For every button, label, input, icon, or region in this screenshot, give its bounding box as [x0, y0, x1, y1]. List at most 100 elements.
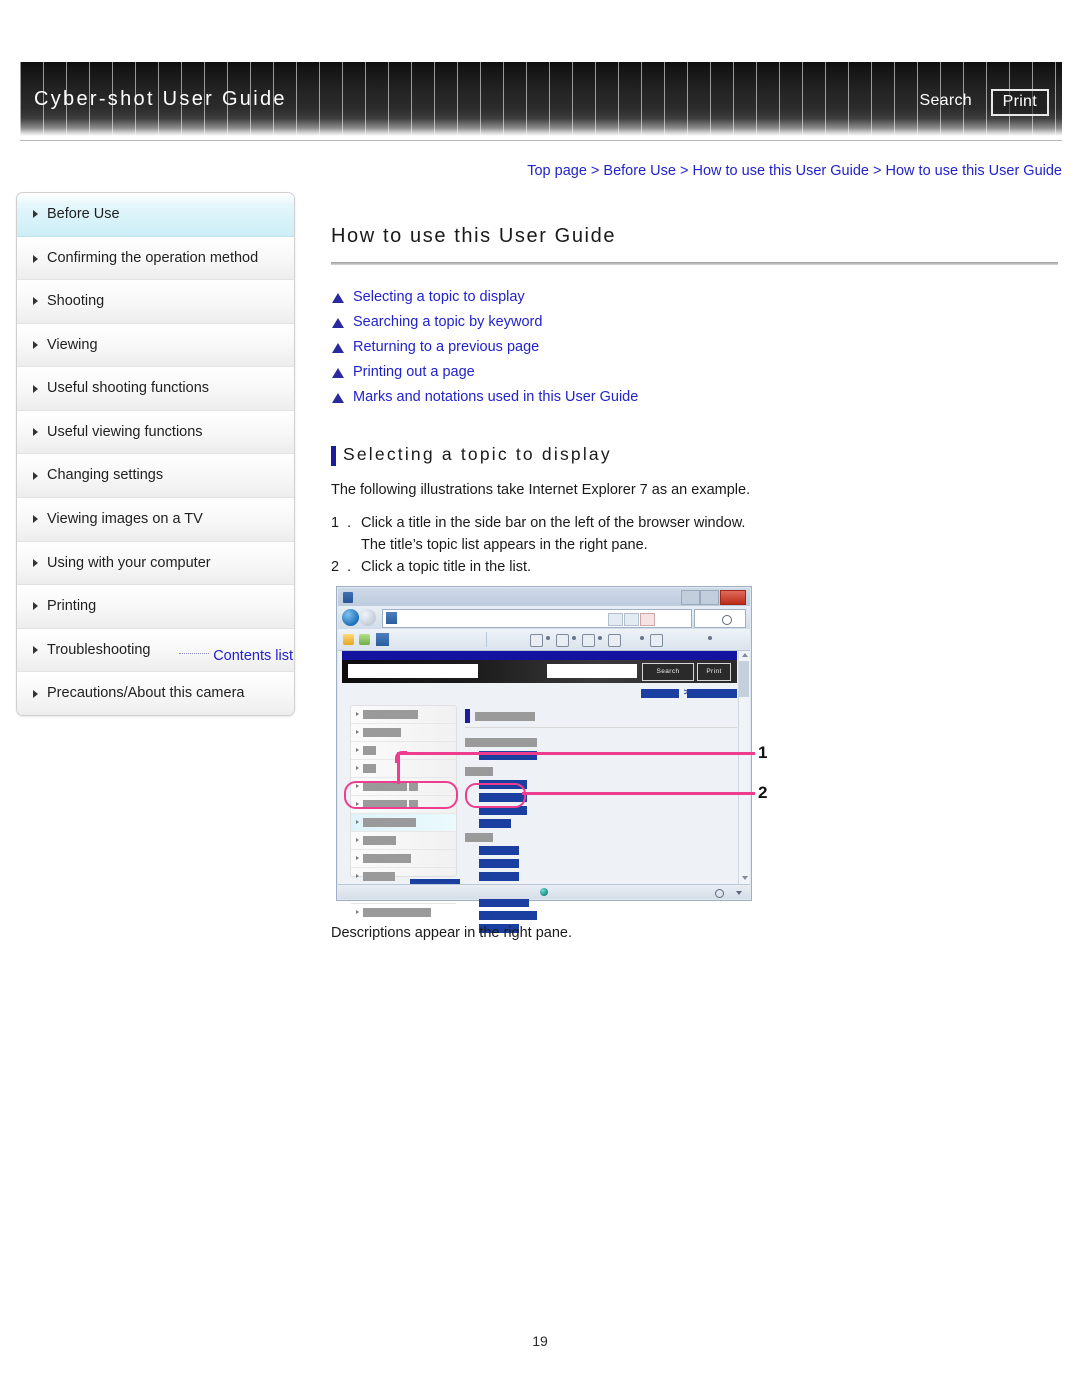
close-button-icon: [720, 590, 746, 605]
site-header: Cyber-shot User Guide Search Print: [20, 62, 1062, 136]
illustration-sidebar-row: [351, 724, 456, 742]
step-2: 2 . Click a topic title in the list.: [331, 556, 531, 578]
chevron-right-icon: [356, 730, 359, 734]
text-placeholder: [465, 767, 493, 776]
sidebar-item-precautions-about-this-camera[interactable]: Precautions/About this camera: [17, 672, 294, 715]
toolbar-separator: [486, 632, 487, 647]
text-placeholder: [363, 710, 418, 719]
chevron-down-icon: [546, 636, 550, 640]
contents-list-link-wrap: Contents list: [16, 648, 293, 664]
sidebar-item-label: Before Use: [47, 206, 120, 222]
chevron-right-icon: [33, 210, 38, 219]
jump-link-label: Searching a topic by keyword: [353, 314, 543, 330]
text-placeholder: [465, 738, 537, 747]
home-icon: [530, 634, 543, 647]
jump-link-marks-and-notations-used-in-this-user-guide[interactable]: Marks and notations used in this User Gu…: [331, 385, 1031, 410]
sidebar-item-changing-settings[interactable]: Changing settings: [17, 454, 294, 499]
sidebar-item-label: Confirming the operation method: [47, 249, 259, 266]
scroll-down-arrow-icon: [742, 876, 748, 880]
jump-link-label: Printing out a page: [353, 364, 475, 380]
search-button[interactable]: Search: [920, 92, 973, 110]
jump-link-selecting-a-topic-to-display[interactable]: Selecting a topic to display: [331, 285, 1031, 310]
text-placeholder: [363, 728, 401, 737]
illustration-sidebar-row: [351, 904, 456, 921]
callout-leader-1-horizontal: [397, 752, 755, 755]
jump-link-label: Selecting a topic to display: [353, 289, 525, 305]
browser-search-box: [694, 609, 746, 628]
contents-list-link[interactable]: Contents list: [213, 648, 293, 664]
triangle-up-icon: [332, 393, 344, 403]
divider: [465, 727, 737, 728]
chevron-right-icon: [33, 471, 38, 480]
triangle-up-icon: [332, 293, 344, 303]
illustration-site-topbar: [342, 651, 737, 660]
illustration-toolbar: [338, 629, 750, 651]
sidebar-item-label: Viewing images on a TV: [47, 511, 203, 528]
text-placeholder: [363, 836, 396, 845]
sidebar-item-viewing[interactable]: Viewing: [17, 323, 294, 368]
topic-link-placeholder: [479, 859, 519, 868]
triangle-up-icon: [332, 318, 344, 328]
site-search-button: Search: [642, 663, 694, 681]
sidebar-item-useful-shooting-functions[interactable]: Useful shooting functions: [17, 367, 294, 411]
chevron-right-icon: [356, 910, 359, 914]
site-breadcrumb-segment-1: [641, 689, 679, 698]
callout-number-2: 2: [758, 783, 768, 802]
sidebar-item-label: Useful shooting functions: [47, 380, 210, 397]
chevron-right-icon: [356, 874, 359, 878]
triangle-up-icon: [332, 368, 344, 378]
topic-link-placeholder: [479, 911, 537, 920]
page-title: How to use this User Guide: [331, 225, 617, 247]
jump-link-list: Selecting a topic to display Searching a…: [331, 285, 1031, 410]
step-line-2: The title’s topic list appears in the ri…: [361, 537, 648, 554]
sidebar-item-useful-viewing-functions[interactable]: Useful viewing functions: [17, 410, 294, 455]
sidebar-item-using-with-your-computer[interactable]: Using with your computer: [17, 541, 294, 586]
dropdown-icon: [608, 613, 623, 626]
sidebar-item-printing[interactable]: Printing: [17, 585, 294, 629]
sidebar-item-label: Precautions/About this camera: [47, 685, 245, 702]
breadcrumb[interactable]: Top page > Before Use > How to use this …: [330, 163, 1062, 179]
minimize-button-icon: [681, 590, 700, 605]
sidebar-item-before-use[interactable]: Before Use: [17, 193, 294, 237]
callout-leader-1-corner: [395, 751, 407, 763]
chevron-down-icon: [736, 891, 742, 895]
chevron-down-icon: [572, 636, 576, 640]
jump-link-returning-to-a-previous-page[interactable]: Returning to a previous page: [331, 335, 1031, 360]
chevron-right-icon: [356, 838, 359, 842]
chevron-right-icon: [33, 428, 38, 437]
site-print-button: Print: [697, 663, 731, 681]
chevron-right-icon: [33, 341, 38, 350]
back-arrow-icon: [342, 609, 359, 626]
sidebar-item-confirming-the-operation-method[interactable]: Confirming the operation method: [17, 236, 294, 281]
chevron-right-icon: [33, 558, 38, 567]
page-title-divider: [331, 262, 1058, 265]
print-button[interactable]: Print: [990, 89, 1049, 116]
topic-link-placeholder: [479, 846, 519, 855]
illustration-status-bar: [338, 884, 750, 899]
chevron-right-icon: [356, 856, 359, 860]
text-placeholder: [465, 833, 493, 842]
scroll-up-arrow-icon: [742, 653, 748, 657]
chevron-right-icon: [356, 820, 359, 824]
step-line-1: Click a title in the side bar on the lef…: [361, 515, 746, 531]
chevron-right-icon: [33, 602, 38, 611]
sidebar-item-viewing-images-on-a-tv[interactable]: Viewing images on a TV: [17, 498, 294, 542]
browser-illustration: Search Print >: [336, 586, 767, 933]
illustration-sidebar-row: [351, 832, 456, 850]
jump-link-printing-out-a-page[interactable]: Printing out a page: [331, 360, 1031, 385]
text-placeholder: [363, 908, 431, 917]
text-placeholder: [363, 872, 395, 881]
dotted-leader: [179, 652, 210, 654]
sidebar-item-label: Shooting: [47, 293, 105, 310]
chevron-right-icon: [356, 748, 359, 752]
browser-app-icon: [343, 592, 353, 603]
text-placeholder: [363, 818, 416, 827]
sidebar-item-shooting[interactable]: Shooting: [17, 280, 294, 324]
jump-link-searching-a-topic-by-keyword[interactable]: Searching a topic by keyword: [331, 310, 1031, 335]
topic-link-placeholder: [479, 898, 529, 907]
header-divider: [20, 140, 1062, 141]
maximize-button-icon: [700, 590, 719, 605]
text-placeholder: [363, 746, 376, 755]
illustration-browser-window: Search Print >: [336, 586, 752, 933]
print-icon: [608, 634, 621, 647]
